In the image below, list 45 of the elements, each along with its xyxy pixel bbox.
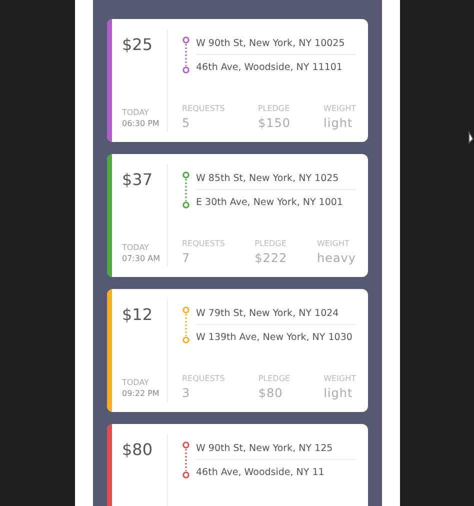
stat-value: light xyxy=(324,386,354,400)
route-icon xyxy=(182,36,190,74)
dropoff-address: 46th Ave, Woodside, NY 11 xyxy=(196,466,326,480)
order-card[interactable]: $25 TODAY 06:30 PM W 90th St, New York, NY 10025 46th Ave, Woodside, NY 11101 REQUESTS 5 PLEDGE $150 WEIGHT light xyxy=(107,19,368,142)
stat-label: WEIGHT xyxy=(316,239,350,248)
time: 06:30 PM xyxy=(122,119,160,128)
stat-value: 5 xyxy=(182,116,192,130)
stat-value: $150 xyxy=(258,116,290,130)
stat-label: REQUESTS xyxy=(182,239,225,248)
order-card[interactable]: $12 TODAY 09:22 PM W 79th St, New York, NY 1024 W 139th Ave, New York, NY 1030 REQUESTS 3 PLEDGE $80 WEIGHT light xyxy=(107,289,368,412)
stat-label: WEIGHT xyxy=(324,104,356,113)
stat-label: REQUESTS xyxy=(182,104,225,113)
route-icon xyxy=(182,171,190,209)
pickup-address: W 90th St, New York, NY 125 xyxy=(196,440,356,460)
order-card[interactable]: $37 TODAY 07:30 AM W 85th St, New York, NY 1025 E 30th Ave, New York, NY 1001 REQUESTS 7 PLEDGE $222 WEIGHT heavy xyxy=(107,154,368,277)
time: 09:22 PM xyxy=(122,389,160,398)
route-icon xyxy=(182,441,190,479)
day-label: TODAY xyxy=(122,378,150,387)
day-label: TODAY xyxy=(122,243,150,252)
pickup-address: W 79th St, New York, NY 1024 xyxy=(196,305,356,325)
route-icon xyxy=(182,306,190,344)
stat-value: 7 xyxy=(182,251,192,265)
stat-value: light xyxy=(324,116,354,130)
stat-label: WEIGHT xyxy=(324,374,356,383)
pickup-address: W 85th St, New York, NY 1025 xyxy=(196,170,356,190)
price: $25 xyxy=(122,35,154,54)
stat-label: REQUESTS xyxy=(182,374,225,383)
stat-value: 3 xyxy=(182,386,192,400)
stat-label: PLEDGE xyxy=(254,239,288,248)
dropoff-address: E 30th Ave, New York, NY 1001 xyxy=(196,196,344,210)
stat-label: PLEDGE xyxy=(258,104,290,113)
dropoff-address: 46th Ave, Woodside, NY 11101 xyxy=(196,61,344,75)
price: $12 xyxy=(122,305,154,324)
stat-value: heavy xyxy=(316,251,356,265)
day-label: TODAY xyxy=(122,108,150,117)
stat-value: $80 xyxy=(258,386,284,400)
time: 07:30 AM xyxy=(122,254,161,263)
pickup-address: W 90th St, New York, NY 10025 xyxy=(196,35,356,55)
stat-label: PLEDGE xyxy=(258,374,290,383)
dropoff-address: W 139th Ave, New York, NY 1030 xyxy=(196,331,354,345)
order-card[interactable]: $80 W 90th St, New York, NY 125 46th Ave, Woodside, NY 11 xyxy=(107,424,368,506)
price: $80 xyxy=(122,440,154,459)
cursor-icon xyxy=(468,131,474,144)
stat-value: $222 xyxy=(254,251,288,265)
price: $37 xyxy=(122,170,154,189)
